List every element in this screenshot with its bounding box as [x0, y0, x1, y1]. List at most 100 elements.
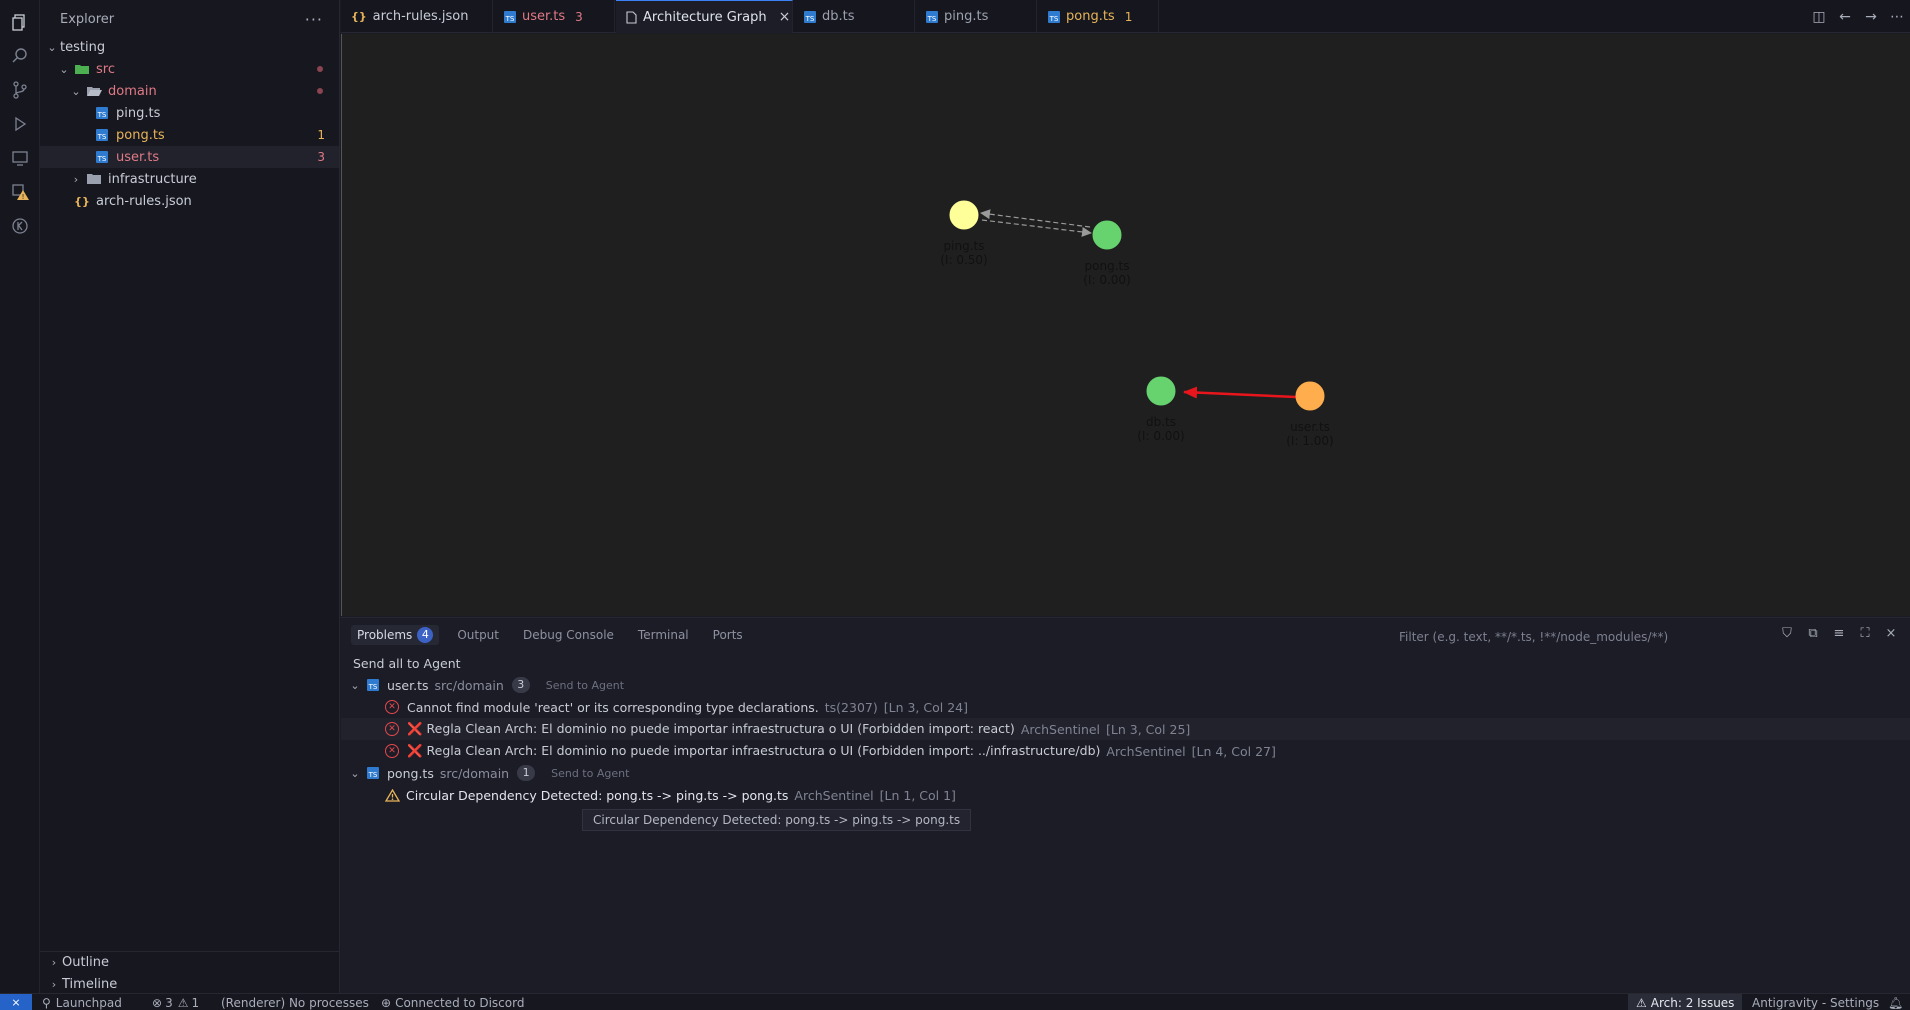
- tab-label: Ports: [712, 628, 743, 642]
- arch-issues-item[interactable]: ⚠ Arch: 2 Issues: [1628, 994, 1743, 1010]
- renderer-status[interactable]: (Renderer) No processes: [221, 994, 369, 1010]
- collapse-all-icon[interactable]: ⧉: [1800, 626, 1826, 641]
- outline-section[interactable]: › Outline: [40, 951, 339, 973]
- tab-terminal[interactable]: Terminal: [638, 628, 689, 642]
- graph-node-ping[interactable]: [949, 200, 979, 230]
- svg-text:!: !: [22, 193, 25, 201]
- go-forward-icon[interactable]: →: [1858, 9, 1884, 25]
- tree-label: arch-rules.json: [96, 193, 192, 209]
- svg-text:TS: TS: [368, 771, 378, 779]
- problems-status-item[interactable]: ⊗ 3 ⚠ 1: [152, 994, 199, 1010]
- arch-issues-label: Arch: 2 Issues: [1650, 995, 1735, 1010]
- tree-label: user.ts: [116, 149, 160, 165]
- tab-debug-console[interactable]: Debug Console: [523, 628, 614, 642]
- problem-item[interactable]: ✕ ❌ Regla Clean Arch: El dominio no pued…: [341, 740, 1910, 762]
- violation-edge-user-to-db: [1183, 386, 1297, 399]
- svg-text:TS: TS: [505, 15, 515, 23]
- tab-ports[interactable]: Ports: [713, 628, 743, 642]
- svg-text:TS: TS: [368, 683, 378, 691]
- problems-count-badge: 4: [417, 627, 434, 643]
- tab-user-ts[interactable]: TS user.ts 3: [494, 0, 615, 33]
- tab-pong-ts[interactable]: TS pong.ts 1: [1038, 0, 1159, 33]
- error-count: 3: [165, 995, 173, 1010]
- svg-text:TS: TS: [97, 155, 107, 163]
- warning-icon: [385, 788, 400, 802]
- tree-item-user-ts[interactable]: TS user.ts 3: [40, 146, 339, 168]
- launchpad-label: Launchpad: [55, 995, 122, 1010]
- tree-item-testing[interactable]: ⌄ testing: [40, 36, 339, 58]
- problem-group-pong-ts[interactable]: ⌄ TS pong.ts src/domain 1 Send to Agent: [341, 762, 1910, 784]
- chevron-down-icon: ⌄: [71, 84, 81, 98]
- graph-node-pong[interactable]: [1092, 220, 1122, 250]
- activity-bar: !: [0, 0, 40, 993]
- send-to-agent-button[interactable]: Send to Agent: [551, 767, 629, 780]
- tab-label: arch-rules.json: [372, 9, 469, 24]
- filter-icon[interactable]: ⛉: [1774, 626, 1800, 641]
- problem-count-badge: 3: [317, 150, 325, 164]
- svg-text:TS: TS: [97, 133, 107, 141]
- error-icon: ✕: [385, 700, 399, 714]
- maximize-panel-icon[interactable]: ⛶: [1852, 626, 1878, 641]
- tab-ping-ts[interactable]: TS ping.ts: [916, 0, 1037, 33]
- split-editor-icon[interactable]: ◫: [1806, 9, 1832, 25]
- typescript-file-icon: TS: [1048, 10, 1060, 23]
- tree-item-src[interactable]: ⌄ src: [40, 58, 339, 80]
- warning-count-icon: ⚠: [177, 995, 189, 1010]
- view-as-list-icon[interactable]: ≡: [1826, 626, 1852, 641]
- tree-label: ping.ts: [116, 105, 161, 121]
- send-to-agent-button[interactable]: Send to Agent: [546, 679, 624, 692]
- node-label-user: user.ts (I: 1.00): [1270, 420, 1350, 448]
- tab-output[interactable]: Output: [457, 628, 499, 642]
- rocket-icon: ⚲: [42, 995, 51, 1010]
- tab-problems[interactable]: Problems 4: [351, 625, 440, 645]
- problem-item[interactable]: Circular Dependency Detected: pong.ts ->…: [341, 784, 1910, 806]
- problem-group-user-ts[interactable]: ⌄ TS user.ts src/domain 3 Send to Agent: [341, 674, 1910, 696]
- node-label-ping: ping.ts (I: 0.50): [924, 239, 1004, 267]
- tree-item-arch-rules-json[interactable]: {} arch-rules.json: [40, 190, 339, 212]
- typescript-file-icon: TS: [504, 10, 516, 23]
- more-actions-icon[interactable]: ⋯: [1884, 9, 1910, 25]
- node-metric: (I: 1.00): [1286, 434, 1334, 448]
- graph-node-db[interactable]: [1146, 376, 1176, 406]
- problem-tooltip: Circular Dependency Detected: pong.ts ->…: [582, 809, 972, 831]
- dependency-edge-ping-to-pong: [981, 219, 1092, 237]
- more-actions-icon[interactable]: ···: [305, 10, 329, 29]
- architecture-graph-canvas[interactable]: ping.ts (I: 0.50) pong.ts (I: 0.00) db.t…: [341, 34, 1910, 616]
- close-panel-icon[interactable]: ×: [1878, 626, 1904, 641]
- bell-icon[interactable]: 🔔︎: [1888, 994, 1903, 1010]
- go-back-icon[interactable]: ←: [1832, 9, 1858, 25]
- problem-item[interactable]: ✕ ❌ Regla Clean Arch: El dominio no pued…: [341, 718, 1910, 740]
- folder-src-icon: [72, 63, 92, 75]
- typescript-file-icon: TS: [92, 151, 112, 163]
- tree-item-pong-ts[interactable]: TS pong.ts 1: [40, 124, 339, 146]
- discord-status-item[interactable]: ⊕ Connected to Discord: [381, 994, 524, 1010]
- problem-source: ts(2307): [824, 699, 878, 715]
- tree-item-ping-ts[interactable]: TS ping.ts: [40, 102, 339, 124]
- typescript-file-icon: TS: [804, 10, 816, 23]
- group-file-path: src/domain: [439, 765, 510, 781]
- launchpad-item[interactable]: ⚲ Launchpad: [42, 994, 122, 1010]
- group-file-name: user.ts: [387, 677, 429, 693]
- tab-db-ts[interactable]: TS db.ts: [794, 0, 915, 33]
- send-all-label: Send all to Agent: [353, 655, 461, 671]
- timeline-section[interactable]: › Timeline: [40, 973, 339, 995]
- close-icon[interactable]: ×: [779, 9, 791, 25]
- tab-architecture-graph[interactable]: Architecture Graph ×: [616, 0, 793, 33]
- problem-message: Circular Dependency Detected: pong.ts ->…: [406, 787, 789, 803]
- problem-item[interactable]: ✕ Cannot find module 'react' or its corr…: [341, 696, 1910, 718]
- dependency-edge-pong-to-ping: [980, 209, 1091, 228]
- chevron-down-icon: ⌄: [59, 62, 69, 76]
- node-metric: (I: 0.00): [1083, 273, 1131, 287]
- graph-node-user[interactable]: [1295, 381, 1325, 411]
- extension-icon[interactable]: [0, 206, 40, 246]
- node-label-pong: pong.ts (I: 0.00): [1067, 259, 1147, 287]
- problem-source: ArchSentinel: [794, 787, 874, 803]
- tree-item-infrastructure[interactable]: › infrastructure: [40, 168, 339, 190]
- settings-item[interactable]: Antigravity - Settings: [1752, 994, 1879, 1010]
- tree-item-domain[interactable]: ⌄ domain: [40, 80, 339, 102]
- remote-indicator-icon[interactable]: ⨯: [0, 994, 32, 1010]
- tab-arch-rules-json[interactable]: {} arch-rules.json: [341, 0, 493, 33]
- preview-file-icon: [626, 10, 637, 24]
- send-all-to-agent-button[interactable]: Send all to Agent: [353, 652, 1910, 674]
- problems-filter-input[interactable]: Filter (e.g. text, **/*.ts, !**/node_mod…: [1391, 627, 1811, 647]
